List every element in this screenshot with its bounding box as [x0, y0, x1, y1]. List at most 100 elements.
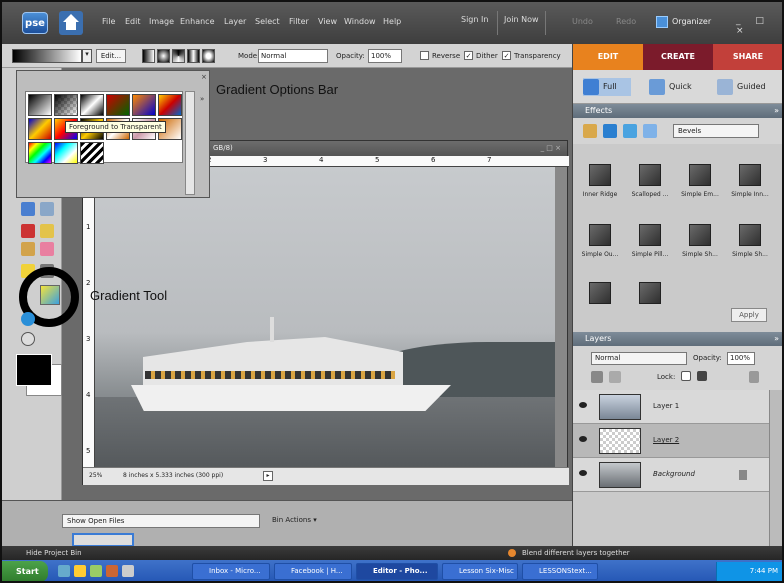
taskbar-item-lesson-six[interactable]: Lesson Six-Misc	[442, 563, 518, 580]
effects-menu-arrow[interactable]: »	[774, 104, 779, 118]
redo-button[interactable]: Redo	[616, 17, 636, 26]
blend-mode-select[interactable]: Normal	[591, 352, 687, 365]
organizer-button[interactable]: Organizer	[656, 13, 716, 31]
document-window-controls[interactable]: _ □ ×	[541, 141, 561, 156]
radial-gradient-icon[interactable]	[157, 49, 170, 63]
blur-tool-icon[interactable]	[21, 332, 35, 346]
menu-select[interactable]: Select	[255, 17, 280, 26]
gradient-swatch[interactable]	[106, 94, 130, 116]
healing-brush-tool-icon[interactable]	[40, 224, 54, 238]
mode-quick-button[interactable]: Quick	[649, 78, 705, 96]
taskbar-item-facebook[interactable]: Facebook | H...	[274, 563, 352, 580]
adjustment-layer-icon[interactable]	[609, 371, 621, 383]
effect-simple-sharp-2[interactable]: Simple Sh...	[727, 218, 773, 274]
quick-launch-icon[interactable]	[58, 565, 70, 577]
lock-transparent-icon[interactable]	[681, 371, 691, 381]
close-icon[interactable]: ×	[201, 73, 207, 81]
taskbar-item-lessonstext[interactable]: LESSONStext...	[522, 563, 598, 580]
effect-more[interactable]	[577, 278, 623, 304]
clone-stamp-tool-icon[interactable]	[21, 242, 35, 256]
gradient-swatch[interactable]	[80, 94, 104, 116]
tab-share[interactable]: SHARE	[713, 44, 782, 70]
linear-gradient-icon[interactable]	[142, 49, 155, 63]
effect-more-2[interactable]	[627, 278, 673, 304]
eye-icon[interactable]	[579, 402, 587, 408]
shape-tool-icon[interactable]	[21, 312, 35, 326]
layers-menu-arrow[interactable]: »	[774, 332, 779, 346]
menu-view[interactable]: View	[318, 17, 337, 26]
bin-actions-menu[interactable]: Bin Actions ▾	[272, 516, 317, 524]
layer-row-layer-1[interactable]: Layer 1	[573, 390, 769, 424]
transparency-checkbox[interactable]: ✓	[502, 51, 511, 60]
eye-icon[interactable]	[579, 470, 587, 476]
project-bin-select[interactable]: Show Open Files	[62, 514, 260, 528]
gradient-swatch-fg-transparent[interactable]	[54, 94, 78, 116]
red-eye-tool-icon[interactable]	[21, 224, 35, 238]
quick-launch-icon[interactable]	[90, 565, 102, 577]
menu-filter[interactable]: Filter	[289, 17, 309, 26]
layer-row-layer-2[interactable]: Layer 2	[573, 424, 769, 458]
all-effects-icon[interactable]	[643, 124, 657, 138]
mode-select[interactable]: Normal	[258, 49, 328, 63]
layers-section-header[interactable]: Layers »	[573, 332, 782, 346]
foreground-color-swatch[interactable]	[16, 354, 52, 386]
menu-window[interactable]: Window	[344, 17, 376, 26]
menu-help[interactable]: Help	[383, 17, 401, 26]
effect-inner-ridge[interactable]: Inner Ridge	[577, 158, 623, 214]
quick-launch-icon[interactable]	[106, 565, 118, 577]
reverse-checkbox[interactable]	[420, 51, 429, 60]
effect-simple-pillow[interactable]: Simple Pill...	[627, 218, 673, 274]
gradient-preview[interactable]	[12, 49, 82, 63]
clock[interactable]: 7:44 PM	[750, 567, 778, 575]
diamond-gradient-icon[interactable]	[202, 49, 215, 63]
menu-enhance[interactable]: Enhance	[180, 17, 215, 26]
gradient-swatch[interactable]	[54, 142, 78, 164]
effect-simple-sharp[interactable]: Simple Sh...	[677, 218, 723, 274]
layer-row-background[interactable]: Background	[573, 458, 769, 492]
mode-full-button[interactable]: Full	[583, 78, 631, 96]
apply-effect-button[interactable]: Apply	[731, 308, 767, 322]
tab-create[interactable]: CREATE	[643, 44, 713, 70]
tab-edit[interactable]: EDIT	[573, 44, 643, 70]
gradient-swatch[interactable]	[80, 142, 104, 164]
gradient-swatch[interactable]	[28, 142, 52, 164]
picker-menu-arrow[interactable]: »	[200, 95, 204, 103]
eraser-tool-icon[interactable]	[40, 242, 54, 256]
project-bin-thumbnail[interactable]	[72, 533, 134, 547]
panel-scrollbar[interactable]	[769, 390, 782, 546]
sign-in-button[interactable]: Sign In	[461, 15, 488, 24]
taskbar-item-editor[interactable]: Editor - Pho...	[356, 563, 438, 580]
effect-simple-emboss[interactable]: Simple Em...	[677, 158, 723, 214]
menu-edit[interactable]: Edit	[125, 17, 141, 26]
gradient-swatch[interactable]	[28, 94, 52, 116]
taskbar-item-inbox[interactable]: Inbox - Micro...	[192, 563, 270, 580]
effects-section-header[interactable]: Effects »	[573, 104, 782, 118]
gradient-dropdown-arrow[interactable]: ▾	[82, 49, 92, 63]
new-layer-icon[interactable]	[591, 371, 603, 383]
lock-all-icon[interactable]	[697, 371, 707, 381]
join-now-button[interactable]: Join Now	[504, 15, 539, 24]
reflected-gradient-icon[interactable]	[187, 49, 200, 63]
trash-icon[interactable]	[749, 371, 759, 383]
undo-button[interactable]: Undo	[572, 17, 593, 26]
layer-opacity-field[interactable]: 100%	[727, 352, 755, 365]
cruise-ship-photo[interactable]	[95, 167, 555, 467]
opacity-field[interactable]: 100%	[368, 49, 402, 63]
eye-icon[interactable]	[579, 436, 587, 442]
effects-category-select[interactable]: Bevels	[673, 124, 759, 138]
magic-wand-tool-icon[interactable]	[21, 202, 35, 216]
menu-layer[interactable]: Layer	[224, 17, 246, 26]
quick-launch-icon[interactable]	[122, 565, 134, 577]
menu-image[interactable]: Image	[149, 17, 174, 26]
layer-styles-icon[interactable]	[603, 124, 617, 138]
menu-file[interactable]: File	[102, 17, 115, 26]
home-icon[interactable]	[59, 11, 83, 35]
effect-simple-inner[interactable]: Simple Inn...	[727, 158, 773, 214]
hide-project-bin-button[interactable]: Hide Project Bin	[26, 546, 82, 560]
start-button[interactable]: Start	[2, 561, 48, 581]
gradient-swatch[interactable]	[132, 94, 156, 116]
filters-icon[interactable]	[583, 124, 597, 138]
gradient-swatch[interactable]	[28, 118, 52, 140]
dither-checkbox[interactable]: ✓	[464, 51, 473, 60]
quick-launch-icon[interactable]	[74, 565, 86, 577]
